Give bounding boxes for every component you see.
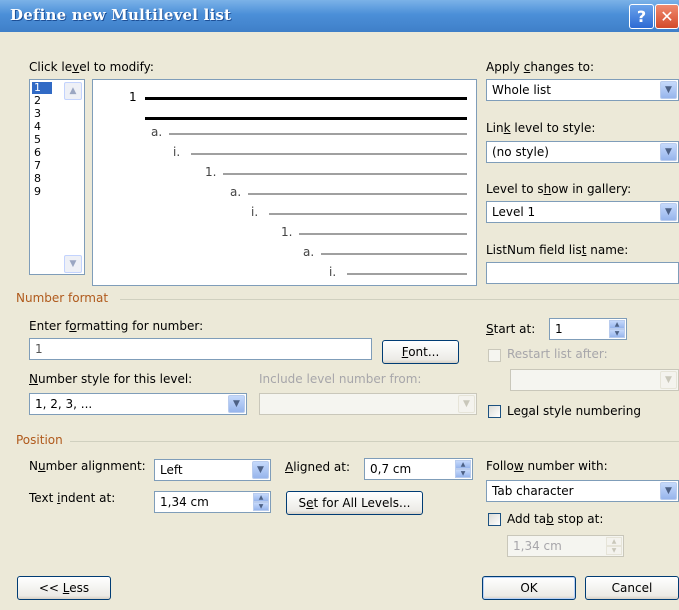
level-item[interactable]: 4 bbox=[32, 121, 52, 133]
level-item[interactable]: 8 bbox=[32, 173, 52, 185]
start-at-stepper[interactable]: 1 ▲ ▼ bbox=[549, 318, 627, 340]
add-tab-stop-checkbox[interactable] bbox=[488, 513, 501, 526]
close-button[interactable]: ✕ bbox=[655, 4, 679, 29]
preview-level-line bbox=[223, 173, 467, 175]
chevron-down-icon[interactable]: ▼ bbox=[660, 482, 677, 500]
preview-level1-label: 1 bbox=[129, 90, 137, 104]
spin-up-icon[interactable]: ▲ bbox=[455, 460, 471, 469]
include-level-label: Include level number from: bbox=[259, 372, 422, 386]
spin-up-icon[interactable]: ▲ bbox=[609, 320, 625, 329]
spin-down-icon[interactable]: ▼ bbox=[253, 502, 269, 511]
spin-down-icon: ▼ bbox=[606, 546, 622, 555]
link-level-select[interactable]: (no style) ▼ bbox=[486, 141, 679, 163]
level-item[interactable]: 1 bbox=[32, 82, 52, 94]
number-style-select[interactable]: 1, 2, 3, ... ▼ bbox=[29, 393, 247, 415]
number-alignment-label: Number alignment: bbox=[29, 459, 146, 473]
number-style-label: Number style for this level: bbox=[29, 372, 193, 386]
listnum-label: ListNum field list name: bbox=[486, 243, 629, 257]
add-tab-stop-label: Add tab stop at: bbox=[507, 512, 604, 526]
number-format-group: Number format bbox=[16, 291, 109, 305]
apply-changes-select[interactable]: Whole list ▼ bbox=[486, 79, 679, 101]
text-indent-label: Text indent at: bbox=[29, 491, 116, 505]
include-level-select: ▼ bbox=[259, 393, 477, 415]
preview-level-line bbox=[169, 133, 467, 135]
help-button[interactable]: ? bbox=[629, 4, 654, 29]
number-format-input[interactable]: 1 bbox=[29, 338, 372, 360]
text-indent-stepper[interactable]: 1,34 cm ▲ ▼ bbox=[154, 491, 271, 513]
level-item[interactable]: 9 bbox=[32, 186, 52, 198]
scroll-up-button[interactable]: ▲ bbox=[64, 82, 82, 100]
restart-list-checkbox bbox=[488, 349, 501, 362]
level-item[interactable]: 3 bbox=[32, 108, 52, 120]
spin-down-icon[interactable]: ▼ bbox=[609, 329, 625, 338]
number-alignment-select[interactable]: Left ▼ bbox=[154, 459, 271, 481]
preview-level-line bbox=[347, 273, 467, 275]
chevron-down-icon: ▼ bbox=[458, 395, 475, 413]
ok-button[interactable]: OK bbox=[482, 576, 576, 600]
legal-style-checkbox[interactable] bbox=[488, 405, 501, 418]
follow-number-label: Follow number with: bbox=[486, 459, 608, 473]
chevron-down-icon[interactable]: ▼ bbox=[660, 81, 677, 99]
spin-up-icon[interactable]: ▲ bbox=[253, 493, 269, 502]
preview-level-line bbox=[269, 213, 467, 215]
aligned-at-stepper[interactable]: 0,7 cm ▲ ▼ bbox=[364, 458, 473, 480]
preview-level-label: a. bbox=[230, 185, 242, 199]
scroll-down-button[interactable]: ▼ bbox=[64, 255, 82, 273]
follow-number-select[interactable]: Tab character ▼ bbox=[486, 480, 679, 502]
link-level-label: Link level to style: bbox=[486, 121, 596, 135]
preview-level-label: 1. bbox=[205, 165, 217, 179]
chevron-down-icon[interactable]: ▼ bbox=[660, 143, 677, 161]
level-item[interactable]: 6 bbox=[32, 147, 52, 159]
preview-level-label: i. bbox=[173, 145, 181, 159]
restart-list-label: Restart list after: bbox=[507, 347, 608, 361]
preview-level-label: 1. bbox=[281, 225, 293, 239]
preview-level-line bbox=[321, 253, 467, 255]
position-group: Position bbox=[16, 433, 63, 447]
preview-level-line bbox=[191, 153, 467, 155]
preview-level-label: i. bbox=[329, 265, 337, 279]
gallery-level-select[interactable]: Level 1 ▼ bbox=[486, 201, 679, 223]
cancel-button[interactable]: Cancel bbox=[585, 576, 679, 600]
font-button[interactable]: Font... bbox=[382, 340, 459, 364]
level-item[interactable]: 5 bbox=[32, 134, 52, 146]
add-tab-stop-stepper: 1,34 cm ▲ ▼ bbox=[507, 535, 624, 557]
preview-level-label: i. bbox=[251, 205, 259, 219]
preview-level1-line-2 bbox=[145, 117, 467, 120]
chevron-down-icon[interactable]: ▼ bbox=[228, 395, 245, 413]
preview-level1-line bbox=[145, 97, 467, 100]
level-picker-label: Click level to modify: bbox=[29, 60, 154, 74]
spin-up-icon: ▲ bbox=[606, 537, 622, 546]
preview-level-label: a. bbox=[303, 245, 315, 259]
chevron-down-icon[interactable]: ▼ bbox=[252, 461, 269, 479]
level-preview: 1 a. i. 1. a. i. 1. a. i. bbox=[92, 79, 477, 286]
divider bbox=[120, 299, 679, 300]
level-item[interactable]: 2 bbox=[32, 95, 52, 107]
preview-level-line bbox=[248, 193, 467, 195]
level-list[interactable]: 123456789 ▲ ▼ bbox=[29, 79, 85, 275]
legal-style-label: Legal style numbering bbox=[507, 404, 641, 418]
gallery-level-label: Level to show in gallery: bbox=[486, 182, 632, 196]
level-item[interactable]: 7 bbox=[32, 160, 52, 172]
aligned-at-label: Aligned at: bbox=[285, 460, 351, 474]
apply-changes-label: Apply changes to: bbox=[486, 60, 595, 74]
spin-down-icon[interactable]: ▼ bbox=[455, 469, 471, 478]
chevron-down-icon: ▼ bbox=[660, 371, 677, 389]
restart-list-select: ▼ bbox=[510, 369, 679, 391]
enter-formatting-label: Enter formatting for number: bbox=[29, 319, 204, 333]
preview-level-line bbox=[299, 233, 467, 235]
preview-level-label: a. bbox=[151, 125, 163, 139]
window-title: Define new Multilevel list bbox=[10, 6, 232, 24]
chevron-down-icon[interactable]: ▼ bbox=[660, 203, 677, 221]
less-button[interactable]: << Less bbox=[17, 576, 111, 600]
divider bbox=[70, 441, 679, 442]
start-at-label: Start at: bbox=[486, 322, 536, 336]
set-for-all-levels-button[interactable]: Set for All Levels... bbox=[286, 491, 423, 515]
listnum-input[interactable] bbox=[486, 262, 679, 284]
